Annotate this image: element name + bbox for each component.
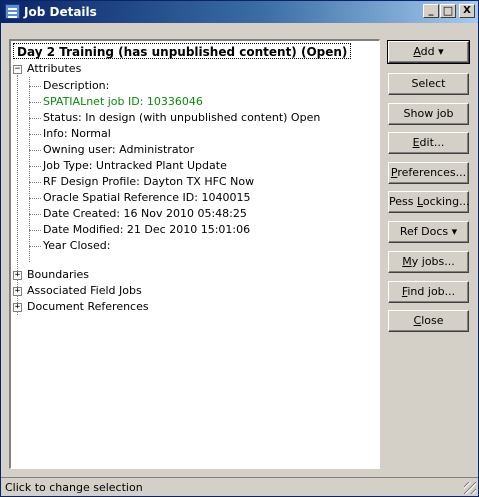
close-button[interactable]: Close bbox=[388, 310, 469, 332]
my-jobs-label-post: y jobs... bbox=[411, 255, 455, 268]
status-bar: Click to change selection bbox=[1, 477, 478, 496]
pess-locking-label-post: ocking... bbox=[422, 195, 470, 208]
close-label-post: lose bbox=[421, 314, 444, 327]
tree-root-job[interactable]: Day 2 Training (has unpublished content)… bbox=[13, 43, 352, 59]
select-label: Select bbox=[411, 77, 446, 90]
preferences-button[interactable]: Preferences... bbox=[388, 162, 469, 184]
find-job-button[interactable]: Find job... bbox=[388, 281, 469, 303]
attribute-owning-user[interactable]: Owning user: Administrator bbox=[43, 142, 194, 158]
tree-node-boundaries[interactable]: Boundaries bbox=[27, 267, 89, 283]
attribute-status[interactable]: Status: In design (with unpublished cont… bbox=[43, 110, 320, 126]
tree-connector-line bbox=[29, 102, 41, 103]
tree-node-document-references[interactable]: Document References bbox=[27, 299, 149, 315]
minimize-button[interactable]: _ bbox=[423, 4, 439, 18]
job-tree-view[interactable]: Day 2 Training (has unpublished content)… bbox=[9, 39, 380, 469]
preferences-label-post: references... bbox=[397, 166, 467, 179]
tree-connector-line bbox=[29, 86, 41, 87]
title-bar[interactable]: Job Details _ □ X bbox=[1, 1, 478, 23]
tree-connector-line bbox=[29, 230, 41, 231]
attribute-date-created[interactable]: Date Created: 16 Nov 2010 05:48:25 bbox=[43, 206, 247, 222]
pess-locking-button[interactable]: Pess Locking... bbox=[388, 191, 470, 213]
expand-associated-field-jobs-icon[interactable]: + bbox=[13, 287, 22, 296]
tree-node-attributes[interactable]: Attributes bbox=[27, 61, 81, 77]
add-label-accel: A bbox=[413, 45, 421, 58]
status-text: Click to change selection bbox=[5, 481, 143, 494]
attribute-year-closed[interactable]: Year Closed: bbox=[43, 238, 110, 254]
add-label-post: dd ▾ bbox=[420, 45, 444, 58]
tree-connector-line bbox=[29, 214, 41, 215]
window-title: Job Details bbox=[24, 5, 97, 19]
expand-document-references-icon[interactable]: + bbox=[13, 303, 22, 312]
tree-connector-line bbox=[29, 118, 41, 119]
edit-button[interactable]: Edit... bbox=[388, 132, 469, 154]
attribute-description[interactable]: Description: bbox=[43, 78, 109, 94]
attribute-info[interactable]: Info: Normal bbox=[43, 126, 111, 142]
tree-connector-line bbox=[29, 150, 41, 151]
tree-connector-line bbox=[29, 182, 41, 183]
attribute-date-modified[interactable]: Date Modified: 21 Dec 2010 15:01:06 bbox=[43, 222, 250, 238]
ref-docs-label: Ref Docs ▾ bbox=[399, 225, 458, 238]
attribute-oracle-spatial-reference-id[interactable]: Oracle Spatial Reference ID: 1040015 bbox=[43, 190, 250, 206]
ref-docs-dropdown-button[interactable]: Ref Docs ▾ bbox=[388, 221, 469, 243]
close-window-button[interactable]: X bbox=[459, 4, 475, 18]
tree-node-associated-field-jobs[interactable]: Associated Field Jobs bbox=[27, 283, 142, 299]
add-dropdown-button[interactable]: Add ▾ bbox=[387, 40, 470, 64]
attribute-spatialnet-job-id[interactable]: SPATIALnet job ID: 10336046 bbox=[43, 94, 203, 110]
my-jobs-label-accel: M bbox=[402, 255, 412, 268]
job-details-window: Job Details _ □ X Day 2 Training (has un… bbox=[0, 0, 479, 497]
attribute-job-type[interactable]: Job Type: Untracked Plant Update bbox=[43, 158, 227, 174]
pess-locking-label-pre: Pess bbox=[389, 195, 417, 208]
tree-connector-line bbox=[29, 134, 41, 135]
tree-connector-line bbox=[29, 198, 41, 199]
select-button[interactable]: Select bbox=[388, 73, 469, 95]
expand-boundaries-icon[interactable]: + bbox=[13, 271, 22, 280]
show-job-label: Show job bbox=[403, 107, 454, 120]
window-app-icon bbox=[5, 4, 20, 19]
edit-label-accel: E bbox=[412, 136, 420, 149]
find-job-label-post: ind job... bbox=[407, 285, 456, 298]
edit-label-post: dit... bbox=[419, 136, 445, 149]
tree-connector-line bbox=[29, 77, 30, 262]
tree-connector-line bbox=[29, 246, 41, 247]
tree-connector-line bbox=[29, 166, 41, 167]
attribute-rf-design-profile[interactable]: RF Design Profile: Dayton TX HFC Now bbox=[43, 174, 254, 190]
show-job-button[interactable]: Show job bbox=[388, 103, 469, 125]
my-jobs-button[interactable]: My jobs... bbox=[388, 251, 469, 273]
resize-grip-icon[interactable] bbox=[464, 482, 476, 494]
maximize-button[interactable]: □ bbox=[440, 4, 456, 18]
collapse-attributes-icon[interactable]: − bbox=[13, 65, 22, 74]
